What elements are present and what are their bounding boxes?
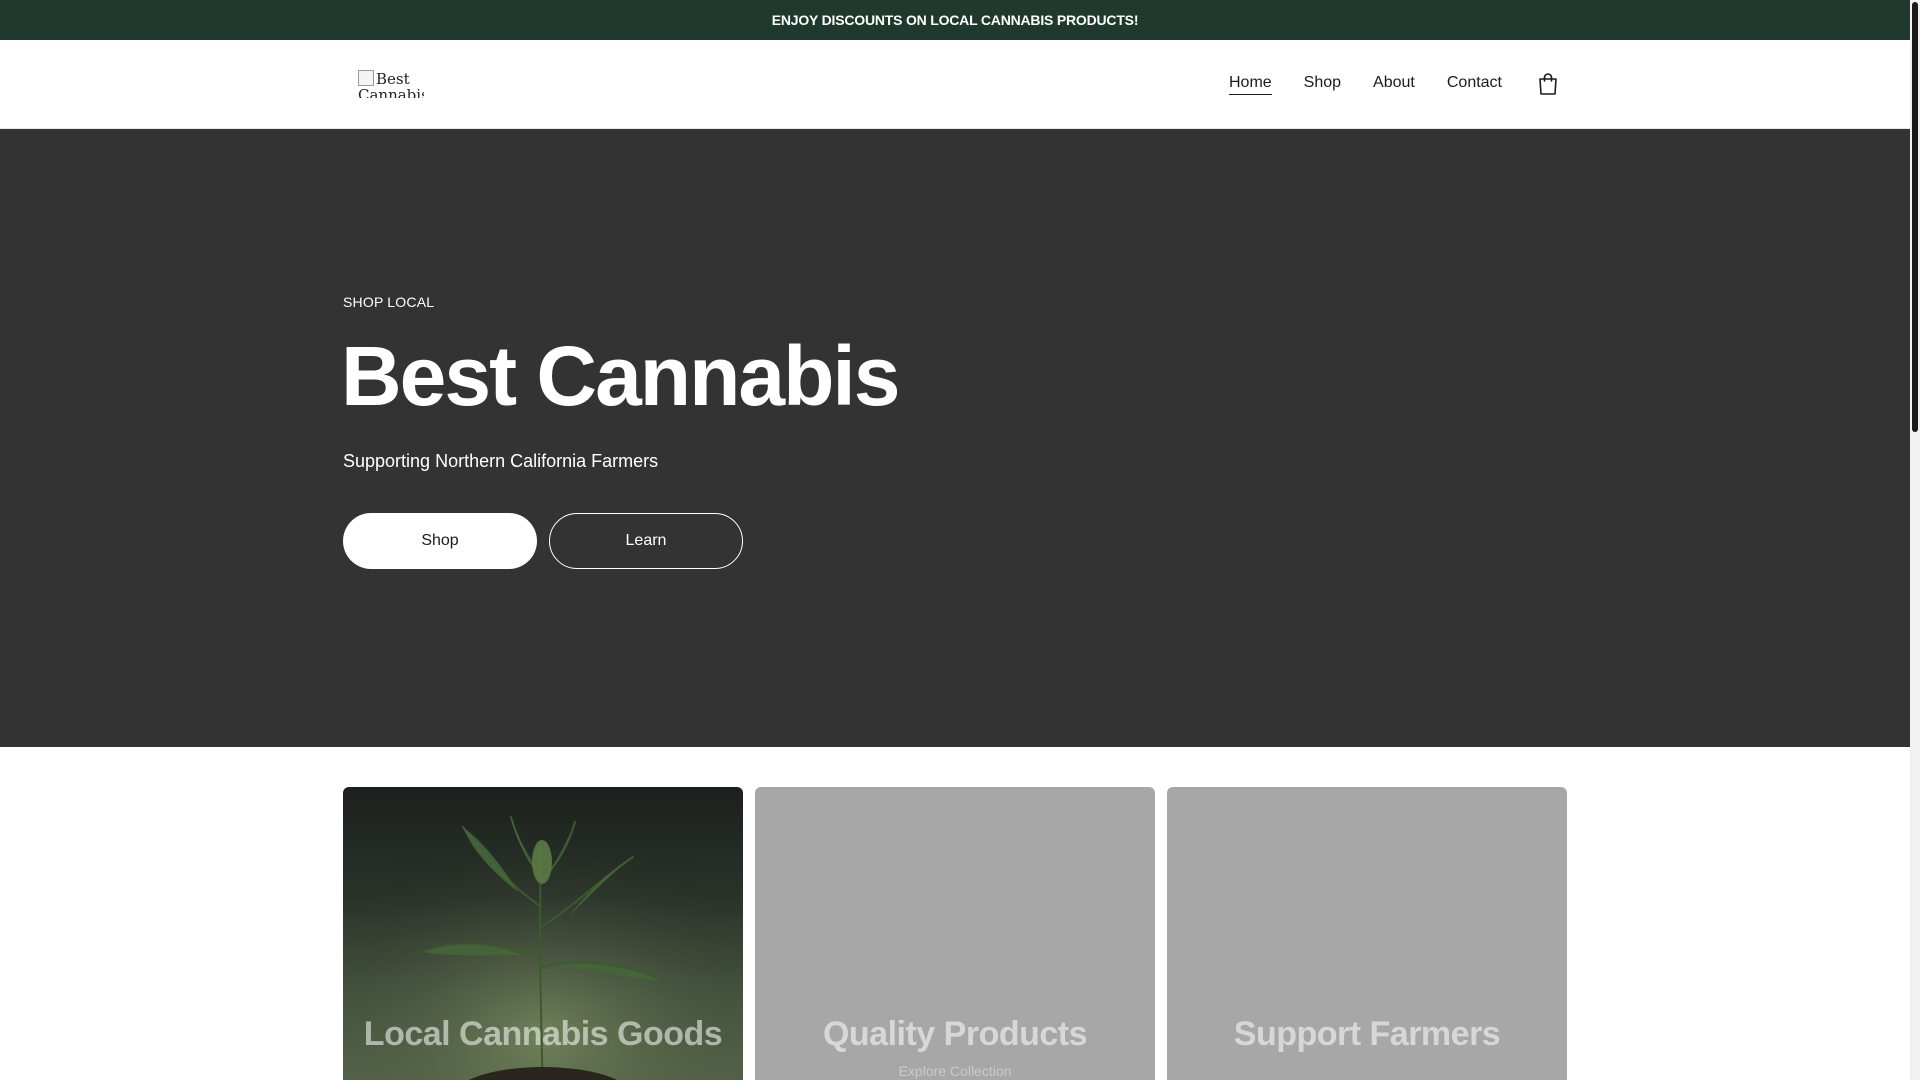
hero-section: SHOP LOCAL Best Cannabis Supporting Nort… bbox=[0, 129, 1910, 747]
logo[interactable]: Best Cannabis bbox=[358, 70, 424, 98]
nav-shop[interactable]: Shop bbox=[1304, 74, 1341, 94]
cart-button[interactable] bbox=[1536, 71, 1560, 97]
hero-subtitle: Supporting Northern California Farmers bbox=[343, 451, 659, 471]
feature-cards: Local Cannabis Goods Quality Products Ex… bbox=[343, 787, 1567, 1080]
card-quality-products[interactable]: Quality Products Explore Collection bbox=[755, 787, 1155, 1080]
card-title: Local Cannabis Goods bbox=[363, 1015, 723, 1053]
hero-title: Best Cannabis bbox=[341, 329, 900, 423]
card-title: Support Farmers bbox=[1233, 1015, 1501, 1053]
shop-button[interactable]: Shop bbox=[343, 513, 537, 569]
hero-eyebrow: SHOP LOCAL bbox=[343, 294, 435, 310]
announcement-bar: ENJOY DISCOUNTS ON LOCAL CANNABIS PRODUC… bbox=[0, 0, 1910, 40]
nav-contact[interactable]: Contact bbox=[1447, 74, 1502, 94]
nav-home[interactable]: Home bbox=[1228, 74, 1272, 95]
nav-about[interactable]: About bbox=[1373, 74, 1415, 94]
scrollbar-thumb[interactable] bbox=[1912, 2, 1918, 432]
shopping-bag-icon bbox=[1539, 73, 1557, 95]
main-nav: Home Shop About Contact bbox=[1228, 40, 1560, 128]
card-subtitle: Explore Collection bbox=[898, 1063, 1012, 1079]
card-title: Quality Products bbox=[822, 1015, 1088, 1053]
page: ENJOY DISCOUNTS ON LOCAL CANNABIS PRODUC… bbox=[0, 0, 1920, 1080]
announcement-text: ENJOY DISCOUNTS ON LOCAL CANNABIS PRODUC… bbox=[771, 12, 1139, 28]
card-local-cannabis-goods[interactable]: Local Cannabis Goods bbox=[343, 787, 743, 1080]
broken-image-icon bbox=[358, 70, 374, 86]
site-header: Best Cannabis Home Shop About Contact bbox=[0, 40, 1910, 129]
learn-button[interactable]: Learn bbox=[549, 513, 743, 569]
card-support-farmers[interactable]: Support Farmers bbox=[1167, 787, 1567, 1080]
